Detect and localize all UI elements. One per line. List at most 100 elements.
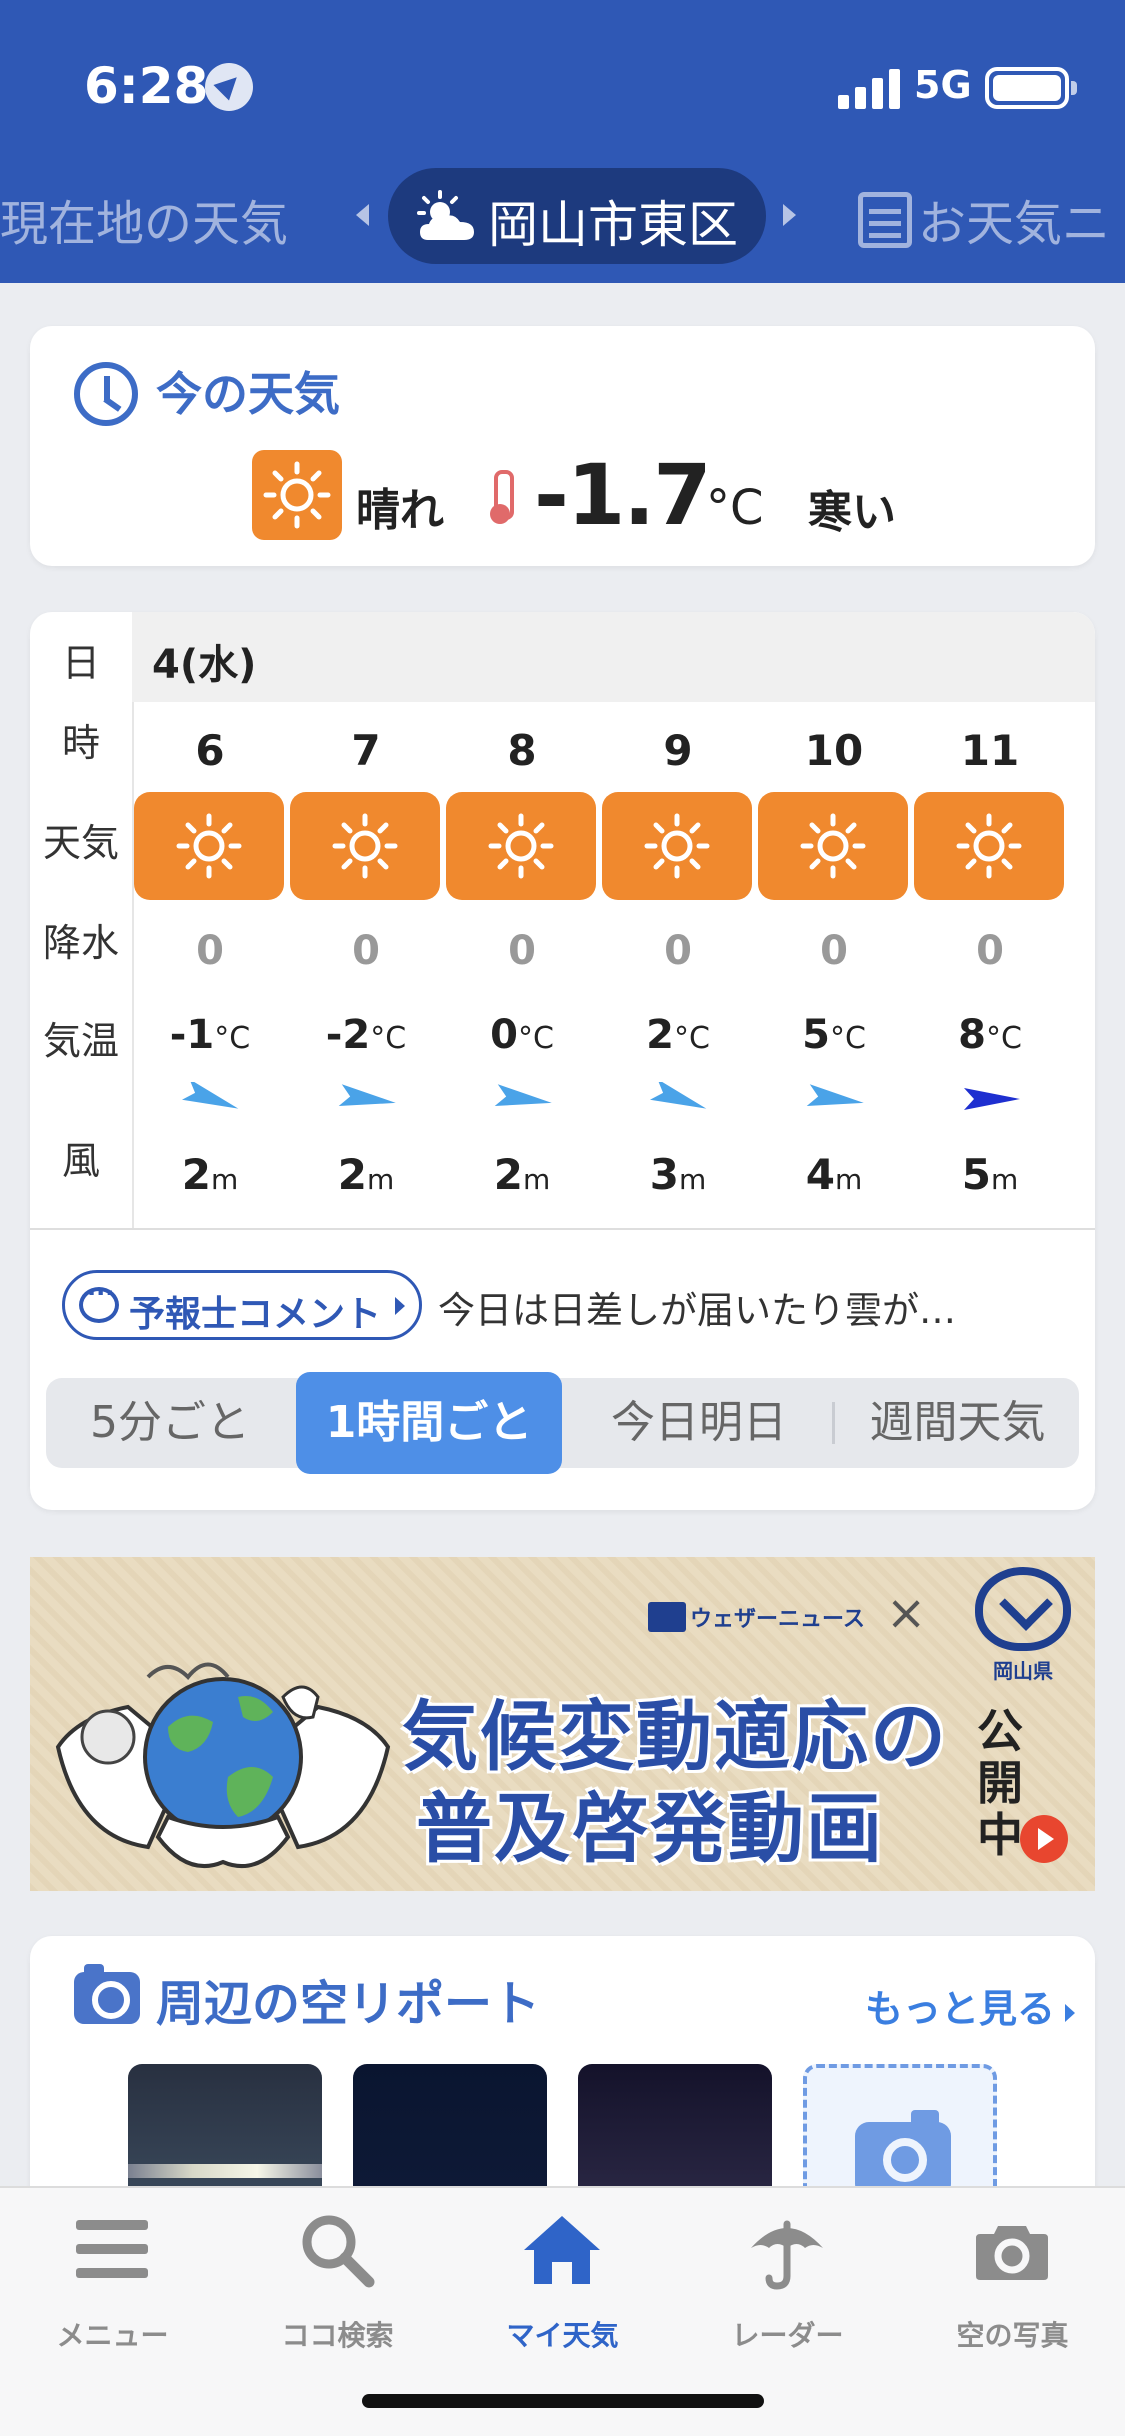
precipitation-value: 0 bbox=[820, 928, 848, 974]
temperature-value: 8°C bbox=[958, 1012, 1022, 1058]
hour-label: 10 bbox=[804, 726, 864, 775]
hour-label: 11 bbox=[960, 726, 1020, 775]
forecaster-comment-button[interactable]: 予報士コメント bbox=[62, 1270, 422, 1340]
tab-okayama-higashi[interactable]: 岡山市東区 bbox=[388, 168, 766, 264]
current-weather-card[interactable]: 今の天気 晴れ -1.7 °C 寒い bbox=[30, 326, 1095, 566]
temperature-value: -1°C bbox=[169, 1012, 251, 1058]
location-arrow-icon bbox=[205, 63, 253, 111]
hour-column: 6 0 -1°C 2m bbox=[132, 702, 288, 1228]
sun-icon bbox=[290, 792, 440, 900]
prefecture-logo: 岡山県 bbox=[968, 1567, 1078, 1684]
clock-icon bbox=[74, 362, 138, 426]
speech-bubble-icon bbox=[79, 1279, 119, 1323]
prefecture-name: 岡山県 bbox=[993, 1659, 1053, 1683]
thermometer-icon bbox=[488, 470, 514, 526]
sun-cloud-icon bbox=[417, 190, 474, 240]
sun-icon bbox=[914, 792, 1064, 900]
nav-radar[interactable]: レーダー bbox=[675, 2210, 900, 2370]
forecast-row-labels: 日 時 天気 降水 気温 風 bbox=[30, 612, 132, 1228]
ad-headline-2: 普及啓発動画 bbox=[416, 1784, 884, 1873]
active-location-label: 岡山市東区 bbox=[488, 196, 738, 254]
chevron-right-icon[interactable] bbox=[783, 204, 796, 226]
sun-icon bbox=[758, 792, 908, 900]
label-weather: 天気 bbox=[42, 821, 119, 865]
hour-column: 11 0 8°C 5m bbox=[912, 702, 1068, 1228]
temperature-unit: °C bbox=[706, 480, 764, 536]
hourly-forecast-card: 日 時 天気 降水 気温 風 4(水) 6 0 -1°C 2m 7 0 -2°C 2m 8 0 0°… bbox=[30, 612, 1095, 1510]
sun-icon bbox=[446, 792, 596, 900]
newspaper-icon bbox=[858, 192, 912, 248]
forecast-date: 4(水) bbox=[152, 642, 257, 688]
wind-speed-value: 3m bbox=[649, 1150, 707, 1199]
sky-report-title: 周辺の空リポート bbox=[156, 1976, 541, 2032]
nav-search[interactable]: ココ検索 bbox=[225, 2210, 450, 2370]
current-temperature: -1.7 bbox=[534, 446, 712, 544]
hour-column: 10 0 5°C 4m bbox=[756, 702, 912, 1228]
status-bar: 6:28 5G bbox=[0, 55, 1125, 125]
label-wind: 風 bbox=[61, 1139, 100, 1183]
see-more-link[interactable]: もっと見る bbox=[865, 1978, 1075, 2033]
nav-radar-label: レーダー bbox=[731, 2319, 844, 2352]
tab-weekly[interactable]: 週間天気 bbox=[836, 1378, 1079, 1468]
ad-banner[interactable]: ウェザーニュース × 岡山県 気候変動適応の 普及啓発動画 公開中 bbox=[30, 1557, 1095, 1891]
wind-direction-arrow-icon bbox=[806, 1084, 864, 1106]
wind-direction-arrow-icon bbox=[964, 1088, 1020, 1110]
nav-my-weather[interactable]: マイ天気 bbox=[450, 2210, 675, 2370]
forecaster-comment-label: 予報士コメント bbox=[129, 1294, 382, 1335]
location-tabs: 現在地の天気 岡山市東区 お天気ニ bbox=[0, 168, 1125, 264]
camera-icon bbox=[976, 2226, 1048, 2280]
forecast-interval-tabs: 5分ごと 1時間ごと 今日明日 週間天気 bbox=[46, 1372, 1079, 1474]
nav-sky-photos[interactable]: 空の写真 bbox=[900, 2210, 1125, 2370]
sun-icon bbox=[252, 450, 342, 540]
app-header: 6:28 5G 現在地の天気 岡山市東区 お天気ニ bbox=[0, 0, 1125, 283]
nav-menu-label: メニュー bbox=[56, 2319, 169, 2352]
okayama-emblem-icon bbox=[975, 1567, 1071, 1651]
wind-speed-value: 4m bbox=[805, 1150, 863, 1199]
tab-weather-news-label: お天気ニ bbox=[918, 196, 1111, 252]
divider bbox=[30, 1228, 1095, 1230]
tab-today-tomorrow[interactable]: 今日明日 bbox=[568, 1378, 830, 1468]
date-header bbox=[132, 612, 1095, 702]
current-condition: 晴れ bbox=[356, 485, 444, 536]
wind-speed-value: 2m bbox=[493, 1150, 551, 1199]
play-icon[interactable] bbox=[1020, 1815, 1068, 1863]
nav-menu[interactable]: メニュー bbox=[0, 2210, 225, 2370]
menu-icon bbox=[76, 2220, 148, 2278]
home-indicator bbox=[362, 2394, 764, 2408]
wind-speed-value: 2m bbox=[181, 1150, 239, 1199]
precipitation-value: 0 bbox=[976, 928, 1004, 974]
nav-my-weather-label: マイ天気 bbox=[506, 2319, 619, 2352]
weathernews-logo-icon bbox=[648, 1602, 686, 1632]
tab-5min[interactable]: 5分ごと bbox=[46, 1378, 294, 1468]
hourly-grid[interactable]: 6 0 -1°C 2m 7 0 -2°C 2m 8 0 0°C 2m 9 0 2°C 3m 10 0 5°C 4m 11… bbox=[132, 702, 1095, 1228]
chevron-left-icon[interactable] bbox=[356, 204, 369, 226]
wind-direction-arrow-icon bbox=[338, 1084, 396, 1106]
tab-current-location[interactable]: 現在地の天気 bbox=[0, 184, 288, 254]
hour-label: 6 bbox=[195, 726, 225, 775]
nav-sky-photos-label: 空の写真 bbox=[956, 2319, 1069, 2352]
search-icon bbox=[302, 2215, 375, 2288]
network-type: 5G bbox=[914, 63, 972, 107]
current-weather-title: 今の天気 bbox=[156, 367, 340, 421]
status-time: 6:28 bbox=[84, 57, 209, 115]
tab-weather-news[interactable]: お天気ニ bbox=[858, 184, 1110, 254]
earth-hands-illustration bbox=[55, 1662, 391, 1869]
wind-speed-value: 5m bbox=[961, 1150, 1019, 1199]
wind-direction-arrow-icon bbox=[494, 1084, 552, 1106]
segment-divider bbox=[832, 1402, 835, 1444]
hour-label: 7 bbox=[351, 726, 381, 775]
home-icon bbox=[524, 2216, 600, 2284]
wind-direction-arrow-icon bbox=[650, 1082, 707, 1109]
label-day: 日 bbox=[61, 641, 100, 685]
feels-like: 寒い bbox=[808, 487, 896, 538]
hour-column: 8 0 0°C 2m bbox=[444, 702, 600, 1228]
current-weather-row: 晴れ -1.7 °C 寒い bbox=[252, 446, 1052, 544]
hour-column: 7 0 -2°C 2m bbox=[288, 702, 444, 1228]
label-temp: 気温 bbox=[42, 1019, 119, 1063]
camera-icon bbox=[74, 1964, 140, 2024]
hour-column: 9 0 2°C 3m bbox=[600, 702, 756, 1228]
forecaster-comment-text[interactable]: 今日は日差しが届いたり雲が… bbox=[438, 1280, 956, 1334]
precipitation-value: 0 bbox=[508, 928, 536, 974]
wind-speed-value: 2m bbox=[337, 1150, 395, 1199]
tab-hourly[interactable]: 1時間ごと bbox=[296, 1372, 562, 1474]
